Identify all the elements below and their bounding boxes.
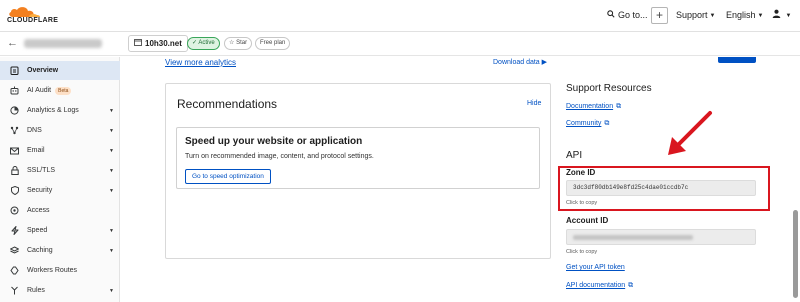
speed-optimization-button[interactable]: Go to speed optimization xyxy=(185,169,271,184)
caret-down-icon: ▼ xyxy=(109,107,114,114)
api-section-title: API xyxy=(566,150,583,161)
language-label: English xyxy=(726,10,756,20)
caret-down-icon: ▼ xyxy=(109,247,114,254)
sidebar-item-email[interactable]: Email ▼ xyxy=(0,141,120,160)
status-badge: ✓ Active xyxy=(187,37,220,50)
caret-down-icon: ▼ xyxy=(109,147,114,154)
plan-badge: Free plan xyxy=(255,37,291,50)
caret-down-icon: ▼ xyxy=(709,13,716,19)
caret-down-icon: ▼ xyxy=(109,287,114,294)
stack-icon xyxy=(10,246,19,255)
recommendation-title: Speed up your website or application xyxy=(185,136,363,147)
clipboard-icon xyxy=(10,66,19,75)
caret-down-icon: ▼ xyxy=(109,127,114,134)
external-link-icon: ⧉ xyxy=(604,120,610,127)
account-id-field[interactable] xyxy=(566,229,756,245)
external-link-icon: ⧉ xyxy=(628,282,634,289)
language-menu[interactable]: English ▼ xyxy=(726,10,763,20)
sidebar-item-analytics-logs[interactable]: Analytics & Logs ▼ xyxy=(0,101,120,120)
caret-down-icon: ▼ xyxy=(109,227,114,234)
network-icon xyxy=(10,126,19,135)
goto-label: Go to... xyxy=(618,10,648,20)
sidebar-item-security[interactable]: Security ▼ xyxy=(0,181,120,200)
robot-icon xyxy=(10,86,19,95)
sidebar-item-ssl-tls[interactable]: SSL/TLS ▼ xyxy=(0,161,120,180)
star-icon: ☆ xyxy=(229,40,235,46)
external-link-icon: ⧉ xyxy=(616,103,622,110)
clock-chart-icon xyxy=(10,106,19,115)
view-more-analytics-link[interactable]: View more analytics xyxy=(165,58,236,67)
community-link[interactable]: Community ⧉ xyxy=(566,120,609,128)
recommendation-description: Turn on recommended image, content, and … xyxy=(185,153,374,160)
account-id-redacted xyxy=(573,235,693,240)
lock-icon xyxy=(10,166,19,175)
account-id-label: Account ID xyxy=(566,216,609,225)
lightning-icon xyxy=(10,226,19,235)
domain-selector[interactable]: 10h30.net xyxy=(128,35,188,52)
account-id-copy-hint: Click to copy xyxy=(566,249,598,255)
speed-recommendation: Speed up your website or application Tur… xyxy=(176,127,540,189)
recommendations-title: Recommendations xyxy=(177,97,278,111)
top-navigation-bar: CLOUDFLARE Go to... + Support ▼ English ▼ … xyxy=(0,0,800,32)
user-menu[interactable]: ▼ xyxy=(772,9,791,20)
top-action-button[interactable] xyxy=(718,57,756,63)
page-scrollbar[interactable] xyxy=(793,210,798,298)
documentation-link[interactable]: Documentation ⧉ xyxy=(566,103,621,111)
brand-name: CLOUDFLARE xyxy=(7,17,59,24)
back-arrow-icon[interactable]: ← xyxy=(7,37,18,49)
sidebar-item-access[interactable]: Access xyxy=(0,201,120,220)
sidebar-item-speed[interactable]: Speed ▼ xyxy=(0,221,120,240)
beta-badge: Beta xyxy=(55,86,72,95)
main-content: View more analytics Download data ▶ Reco… xyxy=(121,57,800,302)
sidebar-item-ai-audit[interactable]: AI Audit Beta xyxy=(0,81,120,100)
account-name-redacted[interactable] xyxy=(24,39,102,48)
hide-link[interactable]: Hide xyxy=(527,100,541,107)
sidebar-item-overview[interactable]: Overview xyxy=(0,61,120,80)
access-icon xyxy=(10,206,19,215)
caret-down-icon: ▼ xyxy=(109,187,114,194)
search-icon xyxy=(607,10,615,20)
api-documentation-link[interactable]: API documentation ⧉ xyxy=(566,282,633,290)
support-menu[interactable]: Support ▼ xyxy=(676,10,715,20)
caret-down-icon: ▼ xyxy=(785,13,792,19)
add-button[interactable]: + xyxy=(651,7,668,24)
red-arrow-annotation xyxy=(668,111,712,155)
sidebar-item-rules[interactable]: Rules ▼ xyxy=(0,281,120,300)
cloudflare-logo[interactable]: CLOUDFLARE xyxy=(7,6,77,26)
caret-down-icon: ▼ xyxy=(757,13,764,19)
star-button[interactable]: ☆ Star xyxy=(224,37,253,50)
sidebar-item-workers-routes[interactable]: Workers Routes xyxy=(0,261,120,280)
recommendations-card: Recommendations Hide Speed up your websi… xyxy=(165,83,551,259)
goto-search[interactable]: Go to... xyxy=(607,10,648,20)
fork-icon xyxy=(10,286,19,295)
browser-window-icon xyxy=(134,36,142,51)
domain-name: 10h30.net xyxy=(145,39,182,48)
caret-down-icon: ▼ xyxy=(109,167,114,174)
sidebar: Overview AI Audit Beta Analytics & Logs ▼… xyxy=(0,57,120,302)
download-data-link[interactable]: Download data ▶ xyxy=(493,58,547,66)
support-resources-title: Support Resources xyxy=(566,83,652,94)
zone-header: ← 10h30.net ✓ Active ☆ Star Free plan xyxy=(0,32,800,56)
sidebar-item-dns[interactable]: DNS ▼ xyxy=(0,121,120,140)
sidebar-item-caching[interactable]: Caching ▼ xyxy=(0,241,120,260)
user-icon xyxy=(772,9,784,20)
zone-id-highlight xyxy=(558,166,770,211)
shield-icon xyxy=(10,186,19,195)
play-arrow-icon: ▶ xyxy=(541,59,548,66)
support-label: Support xyxy=(676,10,708,20)
workers-icon xyxy=(10,266,19,275)
envelope-icon xyxy=(10,146,19,155)
get-api-token-link[interactable]: Get your API token xyxy=(566,264,625,271)
